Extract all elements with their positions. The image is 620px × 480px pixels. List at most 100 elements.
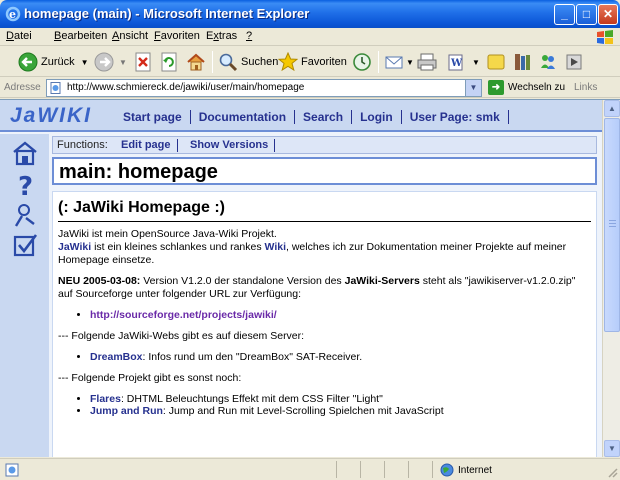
media-icon bbox=[566, 54, 582, 70]
note-icon bbox=[487, 54, 505, 70]
refresh-button[interactable] bbox=[160, 50, 178, 74]
webs-intro: --- Folgende JaWiki-Webs gibt es auf die… bbox=[58, 330, 305, 342]
web-page: JaWIKI Start page Documentation Search L… bbox=[0, 100, 602, 457]
scroll-up-button[interactable]: ▲ bbox=[604, 100, 620, 117]
list-item: DreamBox: Infos rund um den "DreamBox" S… bbox=[90, 351, 591, 363]
wiki-link[interactable]: Wiki bbox=[265, 241, 287, 253]
menu-datei[interactable]: Datei bbox=[6, 30, 32, 42]
messenger-button[interactable] bbox=[538, 50, 558, 74]
page-content: (: JaWiki Homepage :) JaWiki ist mein Op… bbox=[52, 191, 597, 457]
windows-logo-icon bbox=[597, 30, 613, 44]
menu-bearbeiten[interactable]: Bearbeiten bbox=[54, 30, 107, 42]
checkbox-icon[interactable] bbox=[12, 232, 38, 258]
edit-page-link[interactable]: Edit page bbox=[121, 139, 178, 152]
nav-documentation[interactable]: Documentation bbox=[191, 110, 296, 124]
nav-user-page[interactable]: User Page: smk bbox=[402, 110, 509, 124]
back-button[interactable]: Zurück ▼ bbox=[18, 50, 89, 74]
go-arrow-icon: ➜ bbox=[488, 80, 504, 95]
page-title: main: homepage bbox=[59, 161, 218, 183]
title-bar[interactable]: e homepage (main) - Microsoft Internet E… bbox=[0, 0, 620, 28]
menu-bar: Datei Bearbeiten Ansicht Favoriten Extra… bbox=[0, 28, 620, 46]
scroll-down-button[interactable]: ▼ bbox=[604, 440, 620, 457]
go-button[interactable]: ➜ Wechseln zu bbox=[488, 80, 565, 95]
research-button[interactable] bbox=[512, 50, 532, 74]
edit-button[interactable]: W ▼ bbox=[446, 50, 480, 74]
wiki-logo[interactable]: JaWIKI bbox=[10, 104, 92, 128]
list-item: Jump and Run: Jump and Run mit Level-Scr… bbox=[90, 405, 591, 417]
dreambox-link[interactable]: DreamBox bbox=[90, 351, 143, 363]
wiki-header: JaWIKI Start page Documentation Search L… bbox=[0, 100, 602, 132]
sourceforge-list: http://sourceforge.net/projects/jawiki/ bbox=[90, 309, 591, 321]
scroll-thumb[interactable] bbox=[604, 118, 620, 332]
svg-text:W: W bbox=[450, 58, 463, 69]
back-dropdown-icon[interactable]: ▼ bbox=[81, 58, 89, 67]
projects-intro: --- Folgende Projekt gibt es sonst noch: bbox=[58, 372, 242, 384]
address-dropdown-icon[interactable]: ▼ bbox=[465, 80, 481, 96]
globe-icon bbox=[440, 463, 454, 477]
home-icon bbox=[187, 53, 205, 71]
messenger-icon bbox=[541, 55, 555, 69]
forward-button[interactable]: ▼ bbox=[94, 50, 127, 74]
menu-extras[interactable]: Extras bbox=[206, 30, 237, 42]
favorites-button[interactable]: Favoriten bbox=[278, 50, 347, 74]
star-icon bbox=[278, 52, 298, 72]
internet-explorer-icon: e bbox=[5, 6, 21, 22]
address-input[interactable]: http://www.schmiereck.de/jawiki/user/mai… bbox=[46, 79, 482, 97]
jump-and-run-link[interactable]: Jump and Run bbox=[90, 405, 163, 417]
browser-window: e homepage (main) - Microsoft Internet E… bbox=[0, 0, 620, 480]
forward-arrow-icon bbox=[94, 52, 114, 72]
mail-dropdown-icon[interactable]: ▼ bbox=[406, 58, 414, 67]
page-viewport: JaWIKI Start page Documentation Search L… bbox=[0, 99, 620, 457]
tool-button[interactable] bbox=[564, 50, 584, 74]
page-title-box: main: homepage bbox=[52, 157, 597, 185]
flares-link[interactable]: Flares bbox=[90, 393, 121, 405]
window-title: homepage (main) - Microsoft Internet Exp… bbox=[24, 6, 310, 21]
search-button[interactable]: Suchen bbox=[218, 50, 278, 74]
jawiki-link[interactable]: JaWiki bbox=[58, 241, 91, 253]
nav-login[interactable]: Login bbox=[352, 110, 402, 124]
show-versions-link[interactable]: Show Versions bbox=[190, 139, 276, 152]
links-button[interactable]: Links bbox=[574, 82, 597, 93]
mail-button[interactable]: ▼ bbox=[384, 50, 414, 74]
security-zone: Internet bbox=[440, 463, 492, 477]
page-status-icon bbox=[5, 463, 19, 477]
home-icon[interactable] bbox=[12, 140, 38, 166]
back-arrow-icon bbox=[18, 52, 38, 72]
vertical-scrollbar[interactable]: ▲ ▼ bbox=[602, 100, 620, 457]
status-bar: Internet bbox=[0, 458, 620, 480]
close-button[interactable]: ✕ bbox=[598, 4, 618, 25]
discuss-button[interactable] bbox=[486, 50, 506, 74]
address-bar: Adresse http://www.schmiereck.de/jawiki/… bbox=[0, 78, 620, 98]
stop-icon bbox=[135, 52, 151, 72]
sourceforge-link[interactable]: http://sourceforge.net/projects/jawiki/ bbox=[90, 309, 277, 321]
webs-list: DreamBox: Infos rund um den "DreamBox" S… bbox=[90, 351, 591, 363]
wiki-sidebar: ? bbox=[0, 134, 49, 457]
history-icon bbox=[353, 53, 371, 71]
stop-button[interactable] bbox=[134, 50, 152, 74]
menu-help[interactable]: ? bbox=[246, 30, 252, 42]
edit-dropdown-icon[interactable]: ▼ bbox=[472, 58, 480, 67]
nav-search[interactable]: Search bbox=[295, 110, 353, 124]
list-item: Flares: DHTML Beleuchtungs Effekt mit de… bbox=[90, 393, 591, 405]
print-button[interactable] bbox=[416, 50, 438, 74]
search-icon bbox=[219, 53, 238, 72]
page-icon bbox=[50, 82, 61, 94]
research-icon bbox=[515, 54, 530, 70]
help-icon[interactable]: ? bbox=[12, 172, 38, 198]
history-button[interactable] bbox=[352, 50, 372, 74]
minimize-button[interactable]: _ bbox=[554, 4, 575, 25]
resize-grip-icon[interactable] bbox=[606, 466, 618, 478]
functions-bar: Functions: Edit page Show Versions bbox=[52, 136, 597, 154]
mail-icon bbox=[385, 56, 403, 69]
nav-start-page[interactable]: Start page bbox=[115, 110, 191, 124]
menu-favoriten[interactable]: Favoriten bbox=[154, 30, 200, 42]
address-label: Adresse bbox=[4, 82, 41, 93]
home-button[interactable] bbox=[186, 50, 206, 74]
functions-label: Functions: bbox=[57, 139, 108, 151]
forward-dropdown-icon[interactable]: ▼ bbox=[119, 58, 127, 67]
printer-icon bbox=[417, 53, 437, 71]
maximize-button[interactable]: □ bbox=[576, 4, 597, 25]
user-search-icon[interactable] bbox=[12, 202, 38, 228]
content-heading: (: JaWiki Homepage :) bbox=[58, 199, 591, 222]
menu-ansicht[interactable]: Ansicht bbox=[112, 30, 148, 42]
